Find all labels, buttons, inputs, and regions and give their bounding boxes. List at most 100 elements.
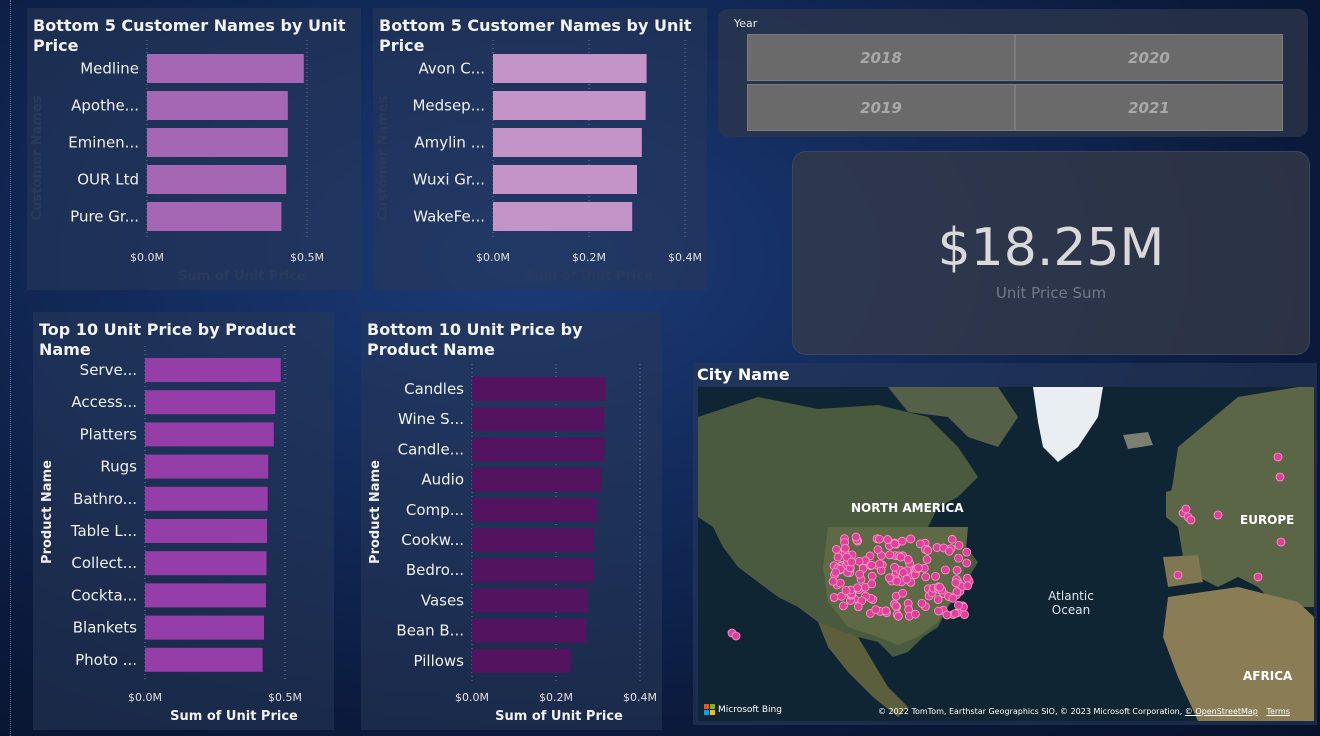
- bar[interactable]: [493, 165, 637, 194]
- city-dot[interactable]: [829, 593, 839, 602]
- bar[interactable]: [472, 588, 588, 613]
- bar[interactable]: [493, 128, 642, 157]
- bar[interactable]: [145, 551, 267, 576]
- city-dot[interactable]: [847, 557, 856, 567]
- city-dot[interactable]: [874, 534, 884, 544]
- bar[interactable]: [145, 422, 274, 447]
- bar[interactable]: [145, 358, 281, 382]
- bar[interactable]: [147, 165, 287, 194]
- city-dot[interactable]: [867, 571, 877, 581]
- city-dot[interactable]: [1213, 510, 1223, 520]
- bar[interactable]: [145, 390, 276, 415]
- city-dot[interactable]: [950, 609, 960, 618]
- city-dot[interactable]: [840, 543, 850, 553]
- city-dot[interactable]: [1181, 504, 1191, 514]
- city-dot[interactable]: [935, 582, 945, 592]
- year-option-2021[interactable]: 2021: [1015, 84, 1283, 131]
- city-dot[interactable]: [855, 569, 865, 579]
- bar[interactable]: [145, 486, 268, 511]
- city-dot[interactable]: [954, 540, 964, 550]
- city-dot[interactable]: [1276, 537, 1286, 547]
- city-dot[interactable]: [831, 567, 841, 577]
- bar[interactable]: [147, 91, 288, 120]
- city-dot[interactable]: [890, 562, 899, 572]
- bar[interactable]: [145, 615, 264, 640]
- city-dot[interactable]: [1275, 472, 1285, 482]
- bar[interactable]: [145, 647, 263, 672]
- city-dot[interactable]: [885, 550, 895, 560]
- city-dot[interactable]: [921, 572, 931, 582]
- city-dot[interactable]: [875, 559, 885, 569]
- map-panel-city[interactable]: City Name NORTH AMERICA EUROPE Atlantic …: [693, 363, 1317, 725]
- city-dot[interactable]: [897, 536, 907, 546]
- city-dot[interactable]: [914, 563, 923, 573]
- city-dot[interactable]: [931, 571, 940, 581]
- city-dot[interactable]: [922, 555, 932, 564]
- city-dot[interactable]: [867, 579, 877, 589]
- city-dot[interactable]: [954, 600, 963, 610]
- bar[interactable]: [147, 202, 282, 231]
- bar[interactable]: [493, 54, 647, 83]
- city-dot[interactable]: [910, 609, 920, 619]
- bar[interactable]: [472, 437, 605, 462]
- chart-panel-bottom5-customers-a[interactable]: Bottom 5 Customer Names by Unit Price Me…: [27, 8, 361, 290]
- city-dot[interactable]: [917, 598, 927, 608]
- city-dot[interactable]: [893, 611, 903, 621]
- city-dot[interactable]: [867, 560, 877, 570]
- city-dot[interactable]: [873, 545, 883, 555]
- kpi-card-unit-price-sum[interactable]: $18.25M Unit Price Sum: [792, 151, 1310, 355]
- chart-panel-bottom5-customers-b[interactable]: Bottom 5 Customer Names by Unit Price Av…: [373, 8, 707, 290]
- bar[interactable]: [472, 648, 571, 673]
- bar[interactable]: [472, 377, 606, 401]
- bar[interactable]: [472, 618, 587, 643]
- city-dot[interactable]: [896, 552, 906, 562]
- city-dot[interactable]: [954, 553, 963, 563]
- bar[interactable]: [147, 54, 304, 83]
- year-option-2020[interactable]: 2020: [1015, 34, 1283, 81]
- bar[interactable]: [472, 497, 598, 522]
- city-dot[interactable]: [833, 552, 843, 562]
- city-dot[interactable]: [942, 610, 952, 620]
- city-dot[interactable]: [940, 565, 950, 575]
- city-dot[interactable]: [828, 576, 838, 586]
- year-option-2018[interactable]: 2018: [747, 34, 1015, 81]
- city-dot[interactable]: [839, 601, 848, 611]
- bar[interactable]: [145, 583, 266, 608]
- osm-link[interactable]: © OpenStreetMap: [1185, 707, 1258, 716]
- city-dot[interactable]: [892, 576, 902, 586]
- city-dot[interactable]: [944, 546, 954, 556]
- city-dot[interactable]: [835, 578, 845, 588]
- city-dot[interactable]: [891, 601, 901, 611]
- bar[interactable]: [493, 91, 646, 120]
- city-dot[interactable]: [871, 605, 881, 615]
- bar[interactable]: [472, 558, 594, 583]
- city-dot[interactable]: [1186, 515, 1196, 525]
- bar[interactable]: [472, 407, 605, 432]
- city-dot[interactable]: [1253, 572, 1263, 582]
- city-dot[interactable]: [853, 602, 863, 612]
- city-dot[interactable]: [960, 610, 969, 619]
- city-dot[interactable]: [923, 546, 933, 555]
- city-dot[interactable]: [903, 554, 913, 564]
- chart-panel-bottom10-products[interactable]: Bottom 10 Unit Price by Product Name Can…: [361, 312, 662, 730]
- city-dot[interactable]: [951, 578, 961, 588]
- city-dot[interactable]: [948, 593, 958, 603]
- city-dot[interactable]: [1173, 570, 1183, 580]
- city-dot[interactable]: [963, 581, 973, 591]
- city-dot[interactable]: [841, 586, 851, 595]
- city-dot[interactable]: [962, 547, 972, 557]
- city-dot[interactable]: [902, 574, 912, 584]
- city-dot[interactable]: [947, 534, 957, 544]
- city-dot[interactable]: [832, 544, 841, 554]
- city-dot[interactable]: [906, 534, 916, 544]
- city-dot[interactable]: [934, 606, 943, 616]
- chart-panel-top10-products[interactable]: Top 10 Unit Price by Product Name Serve.…: [33, 312, 334, 730]
- year-option-2019[interactable]: 2019: [747, 84, 1015, 131]
- city-dot[interactable]: [962, 573, 972, 583]
- bar[interactable]: [147, 128, 288, 157]
- city-dot[interactable]: [851, 532, 861, 542]
- city-dot[interactable]: [884, 573, 894, 583]
- bar[interactable]: [145, 454, 269, 479]
- city-dot[interactable]: [898, 588, 908, 598]
- city-dot[interactable]: [890, 539, 900, 549]
